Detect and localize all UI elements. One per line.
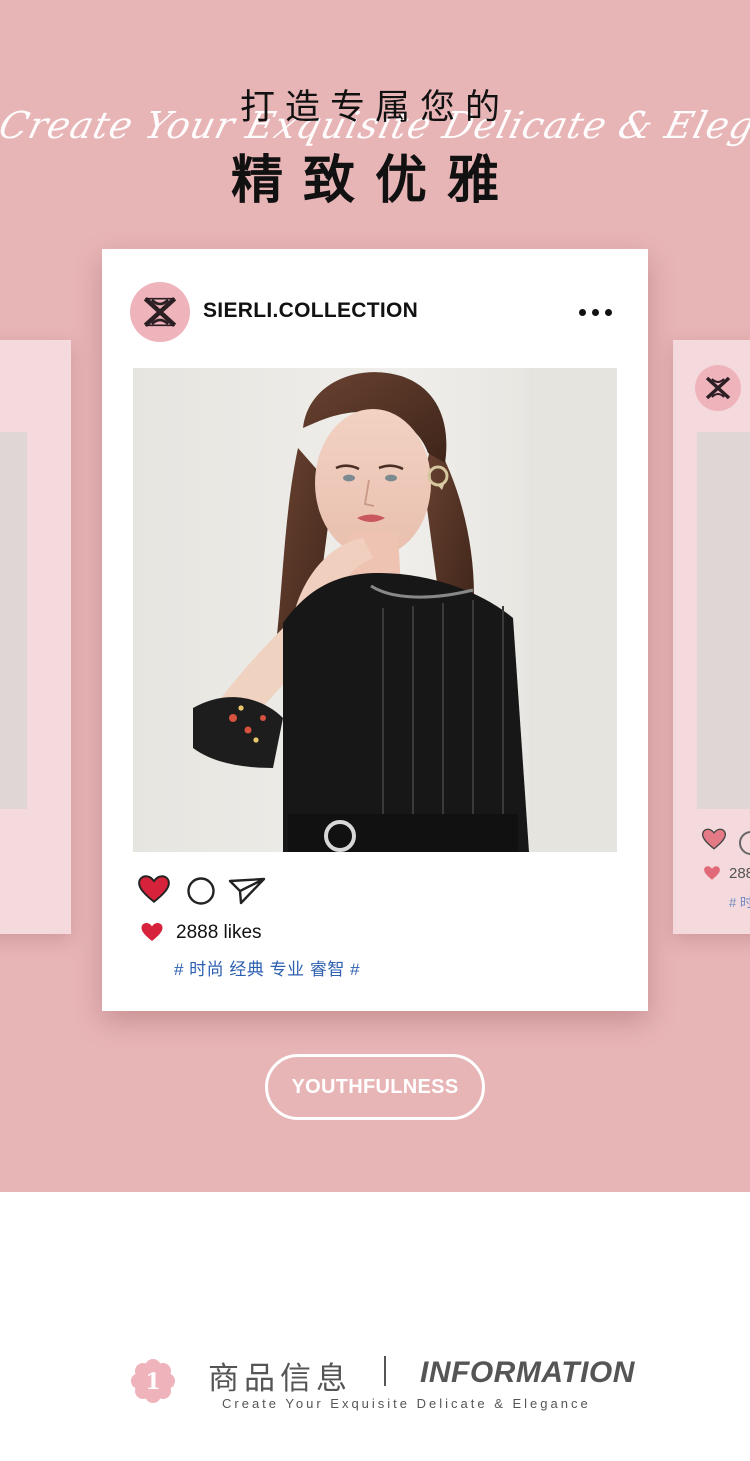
section-subtitle: Create Your Exquisite Delicate & Eleganc… [222, 1396, 591, 1411]
hero-title-line2: 精致优雅 [230, 151, 519, 211]
post-card: SIERLI.COLLECTION 2888 likes # 时尚 经典 专业 … [102, 249, 648, 1011]
hero-section: Create Your Exquisite Delicate & Eleganc… [0, 0, 750, 1192]
share-icon[interactable] [227, 875, 267, 907]
section-number: 1 [145, 1369, 160, 1395]
side-card-right[interactable]: 288 # 时 [673, 340, 750, 934]
section-title-en: INFORMATION [420, 1356, 635, 1389]
hashtags: # 时 [729, 895, 750, 910]
likes-count: 2888 likes [176, 922, 262, 943]
side-card-image [697, 432, 750, 809]
brand-logo-icon[interactable] [130, 282, 190, 342]
likes-count: 288 [729, 865, 750, 882]
section-divider [384, 1356, 386, 1386]
hashtags[interactable]: # 时尚 经典 专业 睿智 # [174, 955, 360, 980]
flower-number-icon: 1 [131, 1359, 175, 1403]
comment-icon[interactable] [739, 831, 750, 855]
section-title-cn: 商品信息 [208, 1361, 352, 1397]
post-photo[interactable] [133, 368, 617, 852]
brand-logo-icon [695, 365, 741, 411]
side-card-image [0, 432, 27, 809]
youthfulness-button[interactable]: YOUTHFULNESS [265, 1054, 485, 1120]
heart-icon[interactable] [701, 827, 727, 851]
heart-icon [704, 866, 720, 880]
post-username[interactable]: SIERLI.COLLECTION [203, 299, 418, 323]
comment-icon[interactable] [186, 876, 216, 906]
heart-icon[interactable] [137, 873, 171, 905]
hero-title-line1: 打造专属您的 [239, 88, 510, 128]
side-card-left[interactable] [0, 340, 71, 934]
heart-icon [141, 923, 163, 941]
more-dots-icon[interactable] [570, 297, 620, 327]
